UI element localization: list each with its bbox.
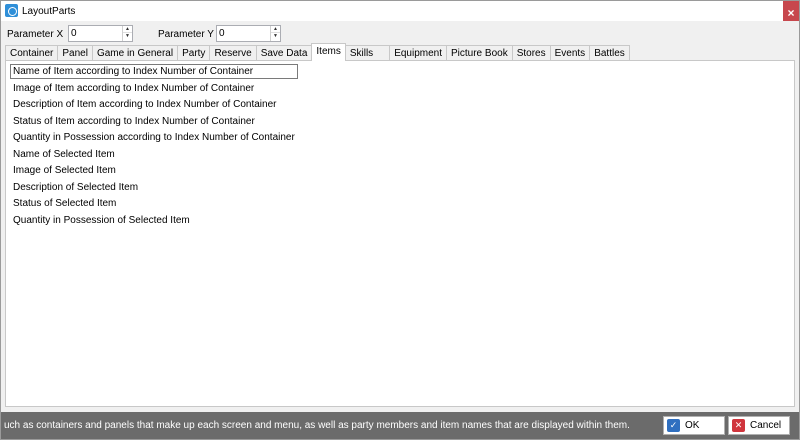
- close-button[interactable]: ×: [783, 1, 799, 21]
- window-title: LayoutParts: [22, 6, 76, 17]
- parameter-x-input[interactable]: [71, 27, 121, 40]
- ok-button-label: OK: [685, 420, 700, 431]
- parameter-y-spinbox[interactable]: ▲ ▼: [216, 25, 281, 42]
- parameter-x-label: Parameter X: [7, 29, 64, 40]
- spin-down-icon[interactable]: ▼: [271, 33, 280, 40]
- tab-party[interactable]: Party: [177, 45, 211, 61]
- list-item[interactable]: Description of Selected Item: [10, 180, 298, 195]
- tab-stores[interactable]: Stores: [511, 45, 551, 61]
- cancel-button[interactable]: ✕ Cancel: [728, 416, 790, 435]
- spin-down-icon[interactable]: ▼: [123, 33, 132, 40]
- spin-up-icon[interactable]: ▲: [123, 26, 132, 33]
- tab-events[interactable]: Events: [549, 45, 591, 61]
- tab-items[interactable]: Items: [311, 43, 346, 61]
- list-item[interactable]: Description of Item according to Index N…: [10, 97, 298, 112]
- app-icon: [5, 4, 18, 17]
- list-item[interactable]: Image of Selected Item: [10, 163, 298, 178]
- x-icon: ✕: [732, 419, 745, 432]
- tab-container[interactable]: Container: [5, 45, 59, 61]
- tab-skills[interactable]: Skills: [344, 45, 391, 61]
- tab-panel[interactable]: Panel: [57, 45, 93, 61]
- parameter-y-label: Parameter Y: [158, 29, 214, 40]
- parameter-y-input[interactable]: [219, 27, 269, 40]
- cancel-button-label: Cancel: [750, 420, 782, 431]
- list-item[interactable]: Quantity in Possession of Selected Item: [10, 213, 298, 228]
- tab-save-data[interactable]: Save Data: [255, 45, 313, 61]
- tab-reserve[interactable]: Reserve: [209, 45, 257, 61]
- tab-equipment[interactable]: Equipment: [389, 45, 447, 61]
- description-text: uch as containers and panels that make u…: [4, 420, 630, 431]
- list-item[interactable]: Status of Selected Item: [10, 196, 298, 211]
- parameter-y-spin-buttons: ▲ ▼: [270, 26, 280, 41]
- tab-game-in-general[interactable]: Game in General: [91, 45, 179, 61]
- checkmark-icon: ✓: [667, 419, 680, 432]
- tab-bar: Container Panel Game in General Party Re…: [5, 43, 630, 61]
- list-item[interactable]: Image of Item according to Index Number …: [10, 81, 298, 96]
- tab-battles[interactable]: Battles: [589, 45, 630, 61]
- parameter-x-spinbox[interactable]: ▲ ▼: [68, 25, 133, 42]
- parameter-x-spin-buttons: ▲ ▼: [122, 26, 132, 41]
- footer-bar: uch as containers and panels that make u…: [1, 412, 799, 439]
- title-bar: LayoutParts ×: [1, 1, 799, 21]
- list-item[interactable]: Quantity in Possession according to Inde…: [10, 130, 298, 145]
- layout-parts-window: LayoutParts × Parameter X ▲ ▼ Parameter …: [0, 0, 800, 440]
- items-tab-panel: Name of Item according to Index Number o…: [5, 60, 795, 407]
- ok-button[interactable]: ✓ OK: [663, 416, 725, 435]
- layout-parts-list: Name of Item according to Index Number o…: [10, 64, 298, 228]
- list-item[interactable]: Name of Selected Item: [10, 147, 298, 162]
- spin-up-icon[interactable]: ▲: [271, 26, 280, 33]
- list-item[interactable]: Name of Item according to Index Number o…: [10, 64, 298, 79]
- list-item[interactable]: Status of Item according to Index Number…: [10, 114, 298, 129]
- tab-picture-book[interactable]: Picture Book: [446, 45, 513, 61]
